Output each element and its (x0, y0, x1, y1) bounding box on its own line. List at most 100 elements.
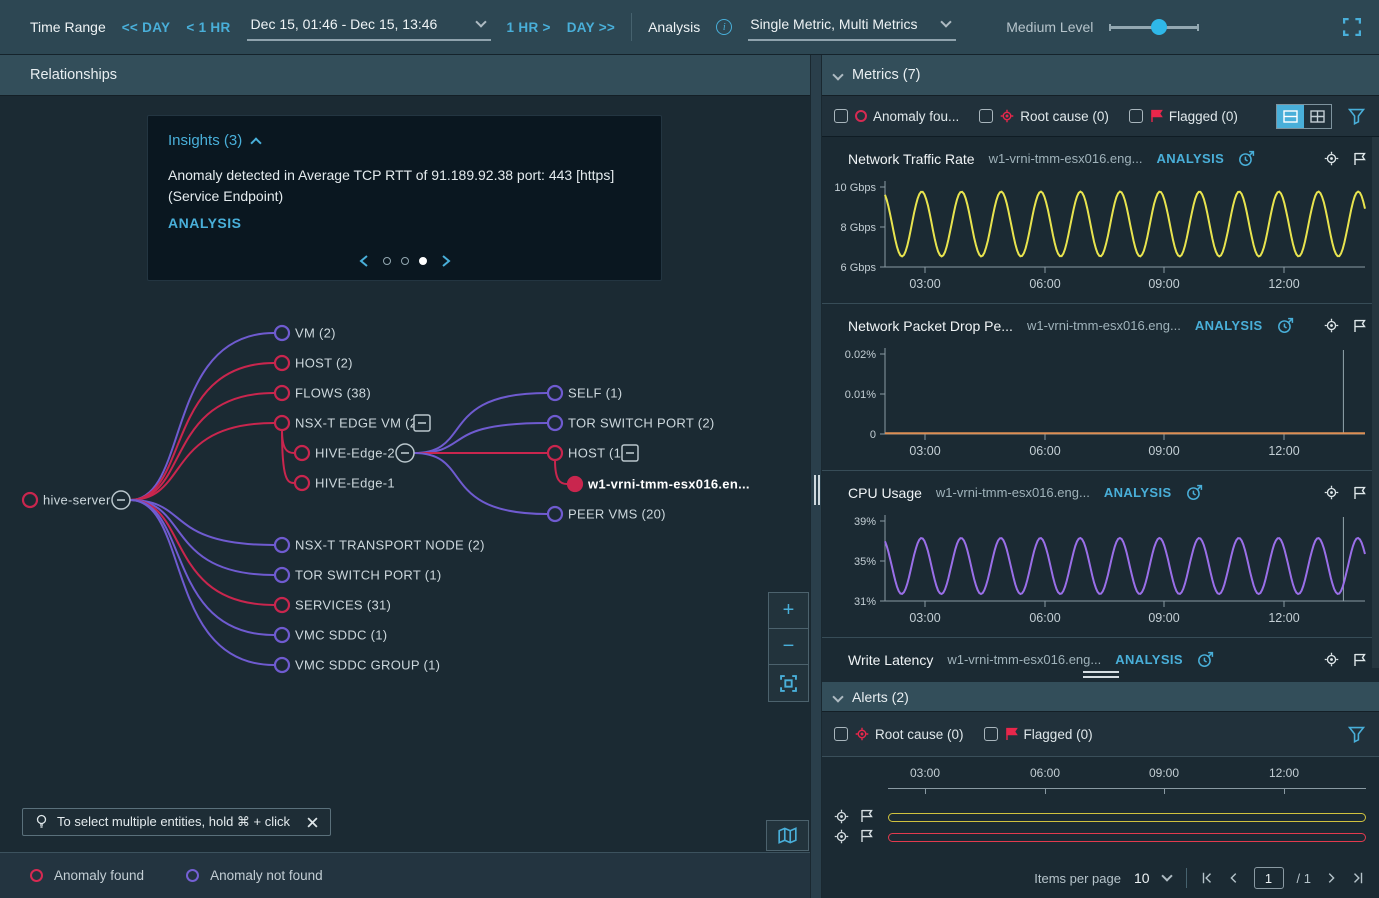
time-compare-icon[interactable] (1197, 651, 1214, 668)
date-range-select[interactable]: Dec 15, 01:46 - Dec 15, 13:46 (247, 13, 491, 41)
topology-canvas[interactable]: hive-serverVM (2)HOST (2)FLOWS (38)NSX-T… (0, 96, 810, 852)
tree-node-label-services: SERVICES (31) (295, 598, 391, 613)
close-icon[interactable] (307, 817, 318, 828)
day-forward-button[interactable]: DAY >> (567, 20, 615, 35)
slider-thumb[interactable] (1151, 19, 1167, 35)
tree-node-label-vmc-sddc-group: VMC SDDC GROUP (1) (295, 658, 440, 673)
svg-text:06:00: 06:00 (1029, 444, 1060, 458)
insight-analysis-link[interactable]: ANALYSIS (168, 215, 641, 231)
crosshair-icon[interactable] (1324, 485, 1339, 500)
carousel-next-icon[interactable] (440, 254, 452, 268)
tree-node-host2[interactable] (275, 356, 289, 370)
tree-node-flows[interactable] (275, 386, 289, 400)
tree-node-hive-edge-2[interactable] (295, 446, 309, 460)
flag-icon[interactable] (860, 809, 873, 823)
time-compare-icon[interactable] (1277, 317, 1294, 334)
root-cause-checkbox[interactable] (979, 109, 993, 123)
zoom-out-button[interactable]: − (769, 629, 808, 665)
tree-node-self[interactable] (548, 386, 562, 400)
time-compare-icon[interactable] (1238, 150, 1255, 167)
tree-node-host1[interactable] (548, 446, 562, 460)
tree-node-label-hive-edge-2: HIVE-Edge-2 (315, 446, 395, 461)
last-page-icon[interactable] (1351, 871, 1365, 885)
tree-node-vmc-sddc-group[interactable] (275, 658, 289, 672)
info-icon[interactable]: i (716, 19, 732, 35)
chart-analysis-link[interactable]: ANALYSIS (1195, 318, 1263, 333)
drag-handle-icon[interactable] (1083, 671, 1119, 681)
level-label: Medium Level (1006, 19, 1093, 35)
first-page-icon[interactable] (1200, 871, 1214, 885)
flag-icon[interactable] (1353, 653, 1366, 667)
zoom-in-button[interactable]: + (769, 593, 808, 629)
svg-text:09:00: 09:00 (1148, 277, 1179, 291)
tree-node-vm[interactable] (275, 326, 289, 340)
carousel-dot-2[interactable] (401, 257, 409, 265)
tree-edge-hive-server-services (130, 500, 274, 605)
zoom-fit-button[interactable] (769, 665, 808, 701)
panel-splitter[interactable] (810, 55, 822, 898)
anomaly-found-checkbox[interactable] (834, 109, 848, 123)
collapse-icon-host1[interactable] (622, 445, 638, 461)
flag-icon[interactable] (1353, 486, 1366, 500)
anomaly-found-icon (30, 869, 43, 882)
metrics-filter-icon[interactable] (1348, 108, 1365, 125)
crosshair-icon[interactable] (1324, 318, 1339, 333)
flag-icon[interactable] (860, 829, 873, 843)
tree-node-w1-esx016[interactable] (568, 477, 582, 491)
metric-charts-list[interactable]: Network Traffic Rate w1-vrni-tmm-esx016.… (822, 137, 1379, 668)
tree-node-peer-vms[interactable] (548, 507, 562, 521)
tree-node-hive-edge-1[interactable] (295, 476, 309, 490)
flagged-checkbox[interactable] (984, 727, 998, 741)
hour-back-button[interactable]: < 1 HR (186, 20, 230, 35)
grid-view-button[interactable] (1304, 105, 1331, 128)
tree-node-tor-switch-port-2[interactable] (548, 416, 562, 430)
collapse-icon-hive-server[interactable] (112, 491, 130, 509)
fullscreen-icon[interactable] (1343, 18, 1361, 36)
alerts-header[interactable]: Alerts (2) (822, 682, 1379, 712)
alert-bar-alert-2[interactable] (888, 833, 1366, 842)
crosshair-icon[interactable] (1324, 151, 1339, 166)
flag-icon[interactable] (1353, 319, 1366, 333)
tree-node-nsxt-edge-vm[interactable] (275, 416, 289, 430)
hour-forward-button[interactable]: 1 HR > (507, 20, 551, 35)
alert-bar-alert-1[interactable] (888, 813, 1366, 822)
next-page-icon[interactable] (1324, 871, 1338, 885)
metrics-header[interactable]: Metrics (7) (822, 55, 1379, 96)
chart-analysis-link[interactable]: ANALYSIS (1156, 151, 1224, 166)
flag-icon[interactable] (1353, 152, 1366, 166)
crosshair-icon[interactable] (834, 809, 849, 824)
root-cause-checkbox[interactable] (834, 727, 848, 741)
splitter-grip-icon[interactable] (814, 475, 820, 505)
tree-node-tor-switch-port-1[interactable] (275, 568, 289, 582)
alerts-filter-icon[interactable] (1348, 726, 1365, 743)
flagged-checkbox[interactable] (1129, 109, 1143, 123)
tree-node-nsxt-transport-node[interactable] (275, 538, 289, 552)
metrics-scrollbar[interactable] (1372, 137, 1379, 668)
tree-node-label-host2: HOST (2) (295, 356, 353, 371)
items-per-page-value[interactable]: 10 (1134, 870, 1150, 886)
chevron-down-icon[interactable] (1161, 870, 1172, 881)
prev-page-icon[interactable] (1227, 871, 1241, 885)
crosshair-icon[interactable] (1324, 652, 1339, 667)
carousel-prev-icon[interactable] (358, 254, 370, 268)
crosshair-icon[interactable] (834, 829, 849, 844)
list-view-button[interactable] (1277, 105, 1304, 128)
collapse-icon-nsxt-edge-vm[interactable] (414, 415, 430, 431)
day-back-button[interactable]: << DAY (122, 20, 171, 35)
tree-node-vmc-sddc[interactable] (275, 628, 289, 642)
page-number-input[interactable]: 1 (1254, 867, 1284, 889)
minimap-button[interactable] (766, 820, 809, 851)
svg-text:6 Gbps: 6 Gbps (841, 262, 877, 274)
collapse-icon-hive-edge-2[interactable] (396, 444, 414, 462)
carousel-dot-1[interactable] (383, 257, 391, 265)
insights-toggle[interactable]: Insights (3) (168, 132, 641, 149)
chevron-up-icon (251, 137, 262, 148)
chart-analysis-link[interactable]: ANALYSIS (1104, 485, 1172, 500)
tree-node-hive-server[interactable] (23, 493, 37, 507)
tree-node-services[interactable] (275, 598, 289, 612)
chart-analysis-link[interactable]: ANALYSIS (1115, 652, 1183, 667)
level-slider[interactable] (1109, 19, 1199, 35)
analysis-mode-select[interactable]: Single Metric, Multi Metrics (748, 13, 956, 41)
carousel-dot-3[interactable] (419, 257, 427, 265)
time-compare-icon[interactable] (1186, 484, 1203, 501)
